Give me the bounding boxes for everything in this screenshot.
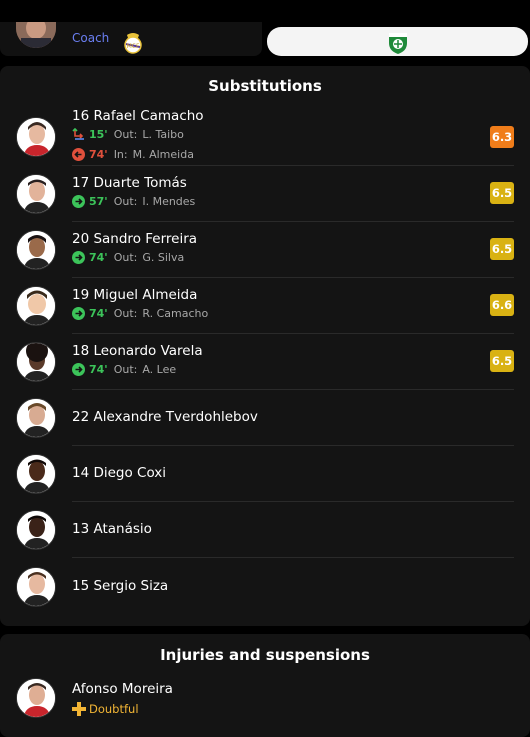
player-name: 15 Sergio Siza	[72, 578, 169, 594]
event-player: L. Taibo	[142, 128, 184, 141]
player-name: 20 Sandro Ferreira	[72, 231, 198, 247]
substitute-row[interactable]: 16 Rafael Camacho 15' Out: L. Taibo 74' …	[0, 106, 530, 166]
event-player: M. Almeida	[132, 148, 194, 161]
player-avatar	[16, 342, 56, 382]
substitute-row[interactable]: 17 Duarte Tomás 57' Out: I. Mendes 6.5	[0, 166, 530, 222]
substitution-event: 74' In: M. Almeida	[72, 148, 194, 161]
player-name: 18 Leonardo Varela	[72, 343, 203, 359]
event-minute: 15'	[89, 128, 108, 141]
player-name: 13 Atanásio	[72, 521, 152, 537]
player-rating-badge: 6.6	[490, 294, 514, 316]
player-name: 17 Duarte Tomás	[72, 175, 187, 191]
event-minute: 74'	[89, 148, 108, 161]
player-name: 22 Alexandre Tverdohlebov	[72, 409, 258, 425]
substitutions-title: Substitutions	[208, 77, 322, 95]
substitution-event: 57' Out: I. Mendes	[72, 195, 195, 208]
sub-in-arrow-icon	[72, 195, 85, 208]
event-player: R. Camacho	[142, 307, 209, 320]
sub-in-arrow-icon	[72, 251, 85, 264]
event-minute: 74'	[89, 251, 108, 264]
player-rating-badge: 6.3	[490, 126, 514, 148]
player-rating-badge: 6.5	[490, 238, 514, 260]
event-minute: 74'	[89, 307, 108, 320]
player-avatar	[16, 174, 56, 214]
event-label: Out:	[113, 307, 138, 320]
injuries-panel: Injuries and suspensions Afonso Moreira …	[0, 634, 530, 737]
event-label: Out:	[113, 128, 138, 141]
player-rating-badge: 6.5	[490, 182, 514, 204]
substitute-row[interactable]: 15 Sergio Siza	[0, 558, 530, 614]
substitution-event: 74' Out: R. Camacho	[72, 307, 208, 320]
event-label: Out:	[113, 251, 138, 264]
substitute-row[interactable]: 13 Atanásio	[0, 502, 530, 558]
substitution-swap-icon	[72, 127, 85, 141]
substitute-row[interactable]: 18 Leonardo Varela 74' Out: A. Lee 6.5	[0, 334, 530, 390]
sub-in-arrow-icon	[72, 307, 85, 320]
player-name: 19 Miguel Almeida	[72, 287, 198, 303]
player-avatar	[16, 510, 56, 550]
substitution-event: 15' Out: L. Taibo	[72, 127, 184, 141]
substitution-event: 74' Out: G. Silva	[72, 251, 184, 264]
event-player: A. Lee	[142, 363, 177, 376]
plus-icon	[72, 702, 86, 716]
event-label: Out:	[113, 363, 138, 376]
event-label: In:	[113, 148, 128, 161]
event-minute: 57'	[89, 195, 108, 208]
player-avatar	[16, 230, 56, 270]
player-avatar	[16, 117, 56, 157]
injury-status: Doubtful	[72, 702, 139, 716]
player-name: 14 Diego Coxi	[72, 465, 167, 481]
player-avatar	[16, 286, 56, 326]
substitute-row[interactable]: 22 Alexandre Tverdohlebov	[0, 390, 530, 446]
substitute-row[interactable]: 19 Miguel Almeida 74' Out: R. Camacho 6.…	[0, 278, 530, 334]
event-player: G. Silva	[142, 251, 185, 264]
player-avatar	[16, 567, 56, 607]
event-player: I. Mendes	[142, 195, 196, 208]
player-avatar	[16, 454, 56, 494]
sporting-cp-crest-icon	[387, 29, 409, 55]
coach-label[interactable]: Coach	[72, 31, 109, 45]
injuries-title: Injuries and suspensions	[160, 646, 370, 664]
player-name: 16 Rafael Camacho	[72, 108, 204, 124]
player-rating-badge: 6.5	[490, 350, 514, 372]
svg-text:MCF: MCF	[127, 43, 140, 50]
player-avatar	[16, 398, 56, 438]
event-minute: 74'	[89, 363, 108, 376]
sub-in-arrow-icon	[72, 363, 85, 376]
player-avatar	[16, 678, 56, 718]
injury-arrow-left-icon	[72, 148, 85, 161]
substitution-event: 74' Out: A. Lee	[72, 363, 176, 376]
substitute-row[interactable]: 14 Diego Coxi	[0, 446, 530, 502]
event-label: Out:	[113, 195, 138, 208]
substitutions-panel: Substitutions 16 Rafael Camacho 15' Out:…	[0, 66, 530, 626]
real-madrid-crest-icon: MCF	[122, 30, 144, 54]
substitute-row[interactable]: 20 Sandro Ferreira 74' Out: G. Silva 6.5	[0, 222, 530, 278]
status-label: Doubtful	[89, 702, 139, 716]
player-name: Afonso Moreira	[72, 681, 173, 697]
